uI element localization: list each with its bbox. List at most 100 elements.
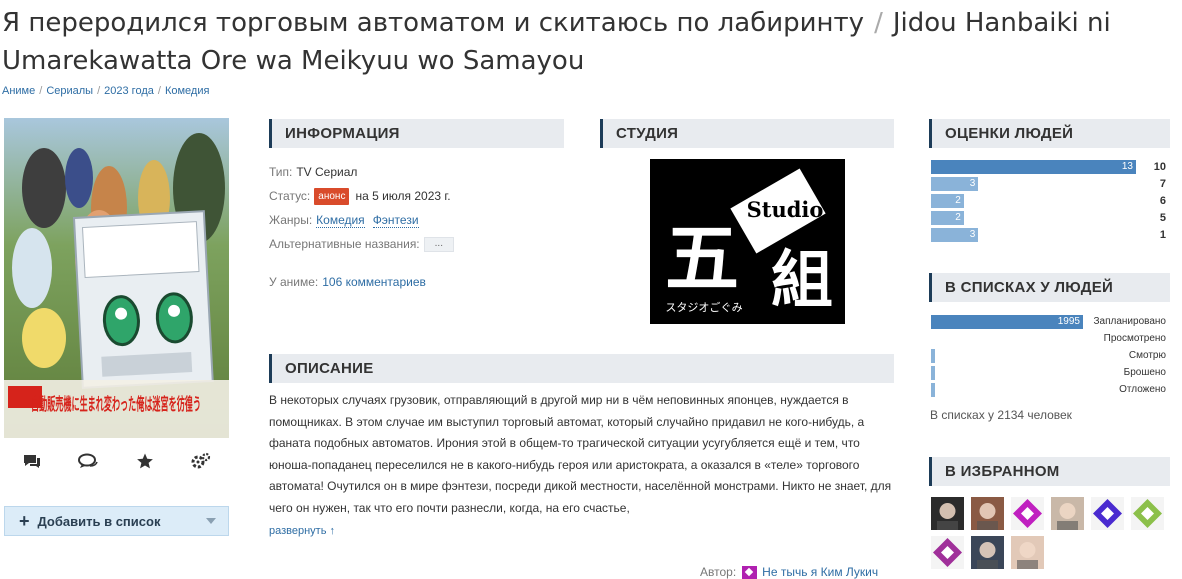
expand-description-link[interactable]: развернуть ↑ [269, 525, 335, 537]
list-count: 1995 [1057, 315, 1080, 327]
breadcrumb-year[interactable]: 2023 года [104, 85, 154, 97]
poster-logo-text: 自動販売機に生まれ変わった俺は迷宮を彷徨う [31, 394, 201, 415]
chevron-down-icon[interactable] [206, 518, 216, 524]
rating-bar: 3 [931, 227, 979, 242]
rating-score: 1 [1159, 228, 1166, 241]
star-icon[interactable] [131, 450, 159, 472]
info-heading: ИНФОРМАЦИЯ [269, 119, 564, 148]
comments-row: У аниме: 106 комментариев [269, 270, 564, 294]
breadcrumb: Аниме / Сериалы/2023 года / Комедия [2, 85, 210, 97]
rating-score: 7 [1159, 177, 1166, 190]
rating-score: 6 [1159, 194, 1166, 207]
rating-count: 2 [955, 194, 961, 206]
rating-row: 31 [931, 226, 1170, 243]
favorite-user-avatar[interactable] [1051, 497, 1084, 530]
type-key: Тип: [269, 165, 293, 179]
studio-logo[interactable]: Studio 五 組 スタジオごぐみ [650, 159, 845, 324]
list-row: 1995 Запланировано [931, 313, 1170, 330]
list-bar [931, 365, 935, 380]
type-value: TV Сериал [296, 165, 358, 179]
list-label: Запланировано [1093, 316, 1167, 327]
comments-link[interactable]: 106 комментариев [322, 275, 426, 289]
list-bar [931, 382, 935, 397]
studio-heading: СТУДИЯ [600, 119, 894, 148]
favorite-user-avatar[interactable] [971, 497, 1004, 530]
status-row: Статус: анонс на 5 июля 2023 г. [269, 184, 564, 208]
anime-poster[interactable]: 自動販売機に生まれ変わった俺は迷宮を彷徨う [4, 118, 229, 438]
poster-actions [4, 448, 229, 474]
plus-icon: + [19, 511, 30, 531]
lists-heading: В СПИСКАХ У ЛЮДЕЙ [929, 273, 1170, 302]
rating-row: 25 [931, 209, 1170, 226]
rating-bar: 2 [931, 210, 964, 225]
favorite-user-avatar[interactable] [931, 536, 964, 569]
studio-logo-left: 五 [665, 216, 739, 302]
settings-icon[interactable] [187, 450, 215, 472]
rating-count: 3 [969, 228, 976, 240]
favorite-user-avatar[interactable] [1011, 536, 1044, 569]
comment-icon[interactable] [18, 450, 46, 472]
studio-logo-word: Studio [747, 197, 824, 222]
favorites-list [931, 497, 1171, 575]
breadcrumb-genre[interactable]: Комедия [165, 85, 209, 97]
rating-bar: 2 [931, 193, 964, 208]
lists-chart: 1995 Запланировано Просмотрено Смотрю Бро… [931, 313, 1170, 398]
studio-logo-kana: スタジオごぐみ [665, 300, 742, 314]
favorite-user-avatar[interactable] [1131, 497, 1164, 530]
list-row: Брошено [931, 364, 1170, 381]
list-label: Просмотрено [1103, 333, 1166, 344]
list-row: Отложено [931, 381, 1170, 398]
favorite-user-avatar[interactable] [1011, 497, 1044, 530]
alt-names-row: Альтернативные названия: ... [269, 232, 564, 256]
author-key: Автор: [700, 565, 737, 579]
comments-key: У аниме: [269, 275, 319, 289]
lists-total: В списках у 2134 человек [930, 408, 1072, 422]
add-to-list-label: Добавить в список [37, 513, 161, 529]
favorite-user-avatar[interactable] [1091, 497, 1124, 530]
genre-link-fantasy[interactable]: Фэнтези [372, 213, 419, 228]
genres-row: Жанры: Комедия Фэнтези [269, 208, 564, 232]
page-title: Я переродился торговым автоматом и скита… [2, 4, 1180, 80]
rating-bar: 13 [931, 159, 1136, 174]
status-badge: анонс [314, 187, 350, 205]
alt-names-key: Альтернативные названия: [269, 237, 420, 251]
info-panel: Тип: TV Сериал Статус: анонс на 5 июля 2… [269, 160, 564, 294]
rating-count: 2 [955, 211, 961, 223]
ratings-chart: 13 10 37 26 25 31 [931, 158, 1170, 243]
list-label: Смотрю [1128, 350, 1166, 361]
list-bar [931, 348, 935, 363]
rating-row: 26 [931, 192, 1170, 209]
alt-names-expand-button[interactable]: ... [423, 236, 454, 252]
rating-bar: 3 [931, 176, 979, 191]
list-label: Отложено [1119, 384, 1166, 395]
description-author: Автор: Не тычь я Ким Лукич [700, 565, 878, 579]
type-row: Тип: TV Сериал [269, 160, 564, 184]
description-heading: ОПИСАНИЕ [269, 354, 894, 383]
add-to-list-button[interactable]: + Добавить в список [4, 506, 229, 536]
genre-link-comedy[interactable]: Комедия [316, 213, 365, 228]
title-separator: / [874, 8, 883, 38]
rating-count: 3 [969, 177, 976, 189]
breadcrumb-series[interactable]: Сериалы [46, 85, 93, 97]
reviews-icon[interactable] [74, 450, 102, 472]
author-avatar[interactable] [742, 565, 758, 579]
rating-row: 37 [931, 175, 1170, 192]
genres-key: Жанры: [269, 213, 313, 227]
favorite-user-avatar[interactable] [971, 536, 1004, 569]
description-text: В некоторых случаях грузовик, отправляющ… [269, 393, 892, 515]
author-link[interactable]: Не тычь я Ким Лукич [762, 565, 878, 579]
favorite-user-avatar[interactable] [931, 497, 964, 530]
studio-logo-right: 組 [771, 243, 833, 316]
ratings-heading: ОЦЕНКИ ЛЮДЕЙ [929, 119, 1170, 148]
favorites-heading: В ИЗБРАННОМ [929, 457, 1170, 486]
list-row: Смотрю [931, 347, 1170, 364]
rating-score: 5 [1159, 211, 1166, 224]
list-label: Брошено [1123, 367, 1166, 378]
breadcrumb-anime[interactable]: Аниме [2, 85, 35, 97]
rating-row: 13 10 [931, 158, 1170, 175]
title-ru: Я переродился торговым автоматом и скита… [2, 8, 865, 38]
rating-count: 13 [1121, 160, 1133, 172]
rating-score: 10 [1153, 160, 1166, 173]
list-row: Просмотрено [931, 330, 1170, 347]
status-value: на 5 июля 2023 г. [355, 189, 451, 203]
